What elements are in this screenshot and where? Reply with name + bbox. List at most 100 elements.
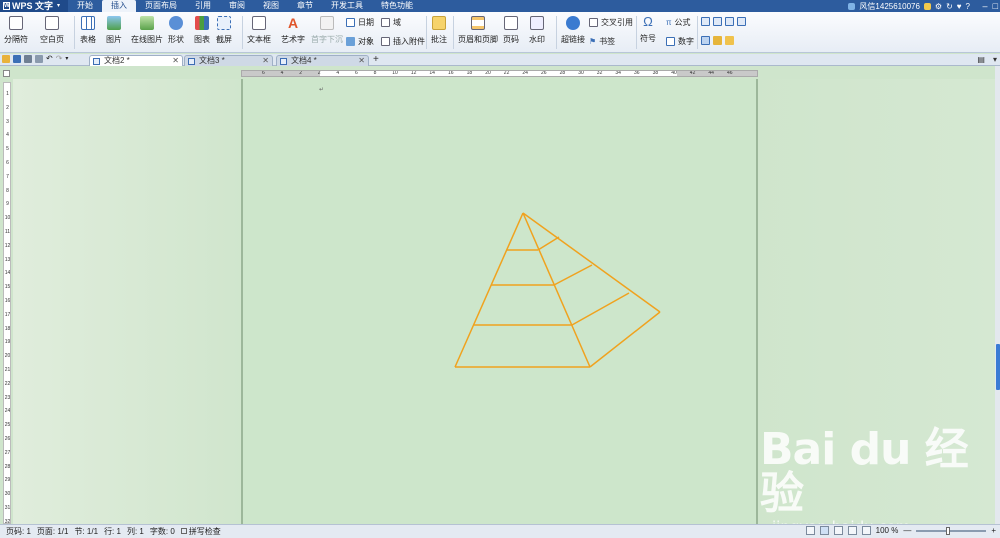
dropcap-icon: [320, 16, 334, 30]
user-name[interactable]: 风信1425610076: [859, 1, 920, 12]
status-word-count[interactable]: 字数: 0: [150, 526, 175, 537]
tab-bar-controls: ▤ ▾: [977, 55, 997, 64]
close-icon[interactable]: ✕: [262, 56, 269, 66]
number-button[interactable]: 数字: [666, 36, 694, 47]
vertical-ruler[interactable]: 1 2 3 4 5 6 7 8 9 10 11 12 13 14 15 16 17 18 19 20 21 22 23 24 2…: [3, 82, 11, 524]
close-icon[interactable]: ✕: [172, 56, 179, 66]
app-menu-button[interactable]: W WPS 文字 ▾: [0, 0, 68, 12]
open-icon[interactable]: [2, 55, 10, 63]
sync-icon[interactable]: ↻: [946, 2, 953, 11]
menu-view[interactable]: 视图: [254, 0, 288, 12]
watermark-button[interactable]: 水印: [529, 12, 545, 45]
tab-document-4[interactable]: 文档4 * ✕: [276, 55, 369, 66]
spell-check-toggle[interactable]: 拼写检查: [180, 526, 221, 537]
style-icon: [701, 36, 710, 45]
status-right-controls: 100 % — +: [805, 526, 996, 535]
tab-document-3[interactable]: 文档3 * ✕: [184, 55, 273, 66]
formula-button[interactable]: π 公式: [666, 17, 691, 28]
style-gallery[interactable]: [701, 17, 746, 26]
zoom-in-icon[interactable]: +: [991, 526, 996, 535]
menu-developer[interactable]: 开发工具: [322, 0, 372, 12]
dropcap-button[interactable]: 首字下沉: [311, 12, 343, 45]
cross-ref-button[interactable]: 交叉引用: [589, 17, 633, 28]
zoom-out-icon[interactable]: —: [903, 526, 911, 535]
blank-page-button[interactable]: 空白页: [40, 12, 64, 45]
bookmark-button[interactable]: ⚑ 书签: [589, 36, 615, 47]
outline-view-icon[interactable]: [833, 526, 843, 535]
status-pages[interactable]: 页面: 1/1: [37, 526, 69, 537]
comment-button[interactable]: 批注: [431, 12, 447, 45]
save-icon[interactable]: [13, 55, 21, 63]
symbol-button[interactable]: Ω 符号: [640, 12, 656, 44]
online-picture-icon: [140, 16, 154, 30]
pyramid-front-left-edge: [454, 212, 524, 368]
zoom-slider[interactable]: [916, 526, 987, 535]
pyramid-layer-line: [571, 292, 630, 326]
page-break-button[interactable]: 分隔符: [4, 12, 28, 45]
web-view-icon[interactable]: [847, 526, 857, 535]
tab-document-2[interactable]: 文档2 * ✕: [89, 55, 183, 66]
menu-features[interactable]: 特色功能: [372, 0, 422, 12]
fullscreen-view-icon[interactable]: [805, 526, 815, 535]
status-row[interactable]: 行: 1: [104, 526, 121, 537]
page-number-button[interactable]: 页码: [503, 12, 519, 45]
more-icon[interactable]: ▾: [65, 55, 68, 63]
ruler-tick-label: 22: [4, 380, 11, 387]
tab-list-icon[interactable]: ▤: [977, 55, 985, 64]
status-section[interactable]: 节: 1/1: [74, 526, 98, 537]
pyramid-drawing[interactable]: [440, 205, 670, 375]
reading-view-icon[interactable]: [861, 526, 871, 535]
style-icon: [713, 17, 722, 26]
textbox-button[interactable]: 文本框: [247, 12, 271, 45]
style-gallery-row2[interactable]: [701, 36, 734, 45]
help-icon[interactable]: ?: [966, 2, 970, 11]
skin-icon[interactable]: [923, 2, 931, 10]
zoom-slider-knob[interactable]: [946, 526, 951, 535]
maximize-icon[interactable]: □: [993, 0, 998, 12]
chevron-down-icon: ▾: [57, 3, 61, 9]
menu-insert[interactable]: 插入: [102, 0, 136, 12]
picture-button[interactable]: 图片: [106, 12, 122, 45]
field-button[interactable]: 域: [381, 17, 401, 28]
menu-references[interactable]: 引用: [186, 0, 220, 12]
page-view-icon[interactable]: [819, 526, 829, 535]
horizontal-ruler[interactable]: 6 4 2 2 4 6 8 10 12 14 16 18 20 22 24 26 28 30 32 34 36 38 40 4…: [241, 70, 758, 77]
print-preview-icon[interactable]: [35, 55, 43, 63]
style-icon: [737, 17, 746, 26]
online-picture-button[interactable]: 在线图片: [131, 12, 163, 45]
ruler-corner-button[interactable]: [3, 70, 10, 77]
ribbon-divider: [74, 16, 75, 49]
wordart-button[interactable]: A 艺术字: [281, 12, 305, 45]
object-button[interactable]: 对象: [346, 36, 374, 47]
menu-review[interactable]: 审阅: [220, 0, 254, 12]
redo-icon[interactable]: ↷: [56, 55, 63, 63]
gift-icon[interactable]: ♥: [957, 2, 962, 11]
ruler-tick-label: 28: [559, 70, 566, 76]
header-footer-button[interactable]: 页眉和页脚: [458, 12, 498, 45]
screenshot-button[interactable]: 截屏: [216, 12, 232, 45]
menu-home[interactable]: 开始: [68, 0, 102, 12]
undo-icon[interactable]: ↶: [46, 55, 53, 63]
ruler-tick-label: 3: [6, 118, 9, 125]
close-icon[interactable]: ✕: [358, 56, 365, 66]
chart-button[interactable]: 图表: [194, 12, 210, 45]
new-tab-button[interactable]: +: [373, 54, 379, 66]
menu-page-layout[interactable]: 页面布局: [136, 0, 186, 12]
attachment-button[interactable]: 插入附件: [381, 36, 425, 47]
status-page-number[interactable]: 页码: 1: [6, 526, 31, 537]
hyperlink-button[interactable]: 超链接: [561, 12, 585, 45]
scrollbar-thumb[interactable]: [996, 344, 1000, 390]
ruler-tick-label: 22: [503, 70, 510, 76]
tab-menu-icon[interactable]: ▾: [993, 55, 997, 64]
wps-logo-icon: W: [3, 2, 10, 10]
minimize-icon[interactable]: –: [983, 0, 988, 12]
date-button[interactable]: 日期: [346, 17, 374, 28]
page-number-icon: [504, 16, 518, 30]
table-button[interactable]: 表格: [80, 12, 96, 45]
settings-icon[interactable]: ⚙: [935, 2, 942, 11]
menu-chapter[interactable]: 章节: [288, 0, 322, 12]
zoom-level[interactable]: 100 %: [876, 526, 899, 535]
shapes-button[interactable]: 形状: [168, 12, 184, 45]
print-icon[interactable]: [24, 55, 32, 63]
status-column[interactable]: 列: 1: [127, 526, 144, 537]
